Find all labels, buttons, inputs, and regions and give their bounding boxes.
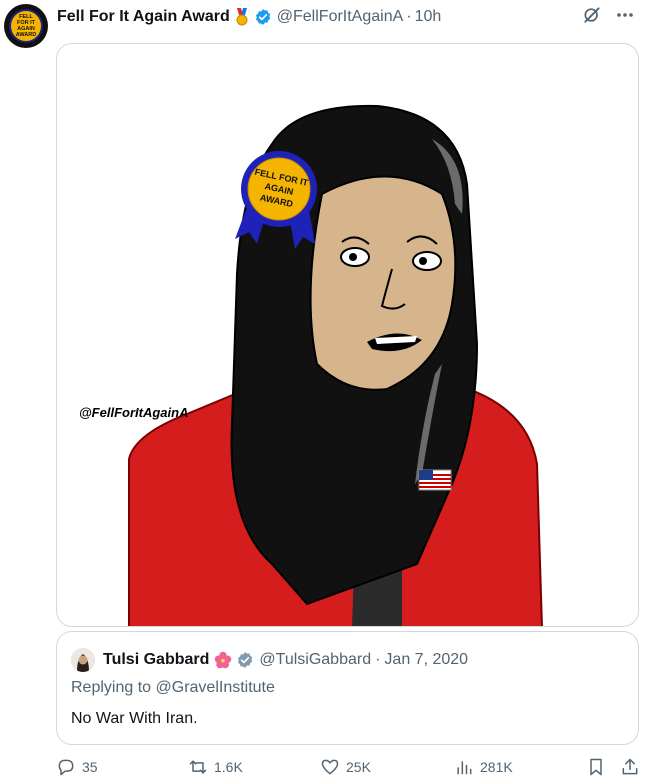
views-button[interactable]: 281K [454, 757, 513, 777]
replying-prefix: Replying to [71, 679, 152, 696]
quoted-separator-dot: · [375, 651, 381, 668]
reply-button[interactable]: 35 [56, 757, 98, 777]
author-handle[interactable]: @FellForItAgainA [277, 8, 404, 26]
reply-icon [58, 759, 74, 776]
repost-button[interactable]: 1.6K [188, 757, 243, 777]
header-actions [582, 5, 634, 25]
replying-mention[interactable]: @GravelInstitute [156, 679, 275, 696]
view-count: 281K [480, 759, 513, 775]
grok-icon[interactable] [582, 5, 602, 25]
medal-icon [235, 8, 249, 26]
post-header: Fell For It Again Award @FellForItAgainA… [57, 6, 630, 28]
hibiscus-icon [214, 651, 232, 669]
more-options-icon[interactable] [616, 12, 634, 18]
post-media-image[interactable]: FELL FOR IT AGAIN AWARD @FellForItAgainA [56, 43, 639, 627]
views-chart-icon [457, 761, 472, 775]
reply-count: 35 [82, 759, 98, 775]
quoted-author-name: Tulsi Gabbard [103, 651, 210, 668]
verified-badge-icon [254, 8, 272, 26]
repost-count: 1.6K [214, 759, 243, 775]
bookmark-icon [590, 758, 602, 776]
post-timestamp[interactable]: 10h [415, 8, 442, 26]
quoted-author-handle: @TulsiGabbard [259, 651, 372, 668]
like-count: 25K [346, 759, 371, 775]
flag-pin-icon [418, 469, 452, 491]
image-watermark: @FellForItAgainA [79, 405, 189, 420]
quoted-author-avatar [71, 648, 95, 672]
share-icon [622, 758, 638, 775]
author-avatar[interactable]: FELL FOR IT AGAIN AWARD [4, 4, 48, 48]
grey-verified-badge-icon [236, 651, 254, 669]
quoted-post[interactable]: Tulsi Gabbard @TulsiGabbard · Jan 7, 202… [56, 631, 639, 745]
bookmark-button[interactable] [586, 757, 606, 777]
like-button[interactable]: 25K [320, 757, 371, 777]
repost-icon [189, 760, 207, 774]
quoted-post-text: No War With Iran. [71, 710, 198, 727]
replying-to: Replying to @GravelInstitute [71, 679, 275, 697]
separator-dot: · [406, 8, 412, 25]
quoted-post-header: Tulsi Gabbard @TulsiGabbard · Jan 7, 202… [71, 648, 468, 672]
quoted-post-date: Jan 7, 2020 [384, 651, 469, 668]
heart-icon [321, 759, 339, 775]
avatar-badge-text: FELL FOR IT AGAIN AWARD [9, 9, 43, 43]
post-action-bar: 35 1.6K 25K 281K [54, 757, 644, 783]
share-button[interactable] [620, 757, 640, 777]
author-name[interactable]: Fell For It Again Award [57, 8, 230, 26]
